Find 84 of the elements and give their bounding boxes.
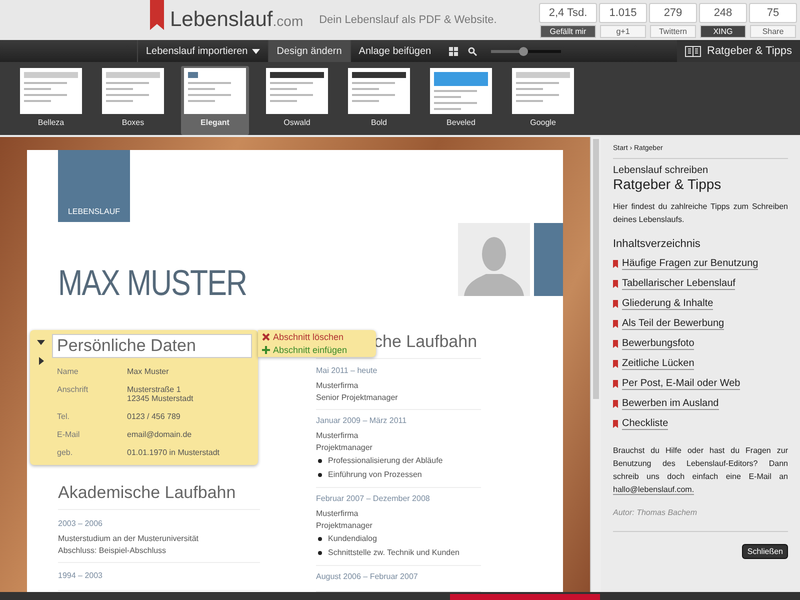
toolbar-tab[interactable]: Design ändern xyxy=(268,40,350,62)
bookmark-icon xyxy=(613,380,618,388)
entry-bullet: Einführung von Prozessen xyxy=(316,468,481,482)
entry-text: Musterfirma xyxy=(316,380,360,392)
section-title-field[interactable]: Persönliche Daten xyxy=(52,334,252,358)
field-label: E-Mail xyxy=(56,430,81,439)
share-button[interactable]: Share xyxy=(750,24,796,38)
entry-date: August 2006 – Februar 2007 xyxy=(316,571,419,582)
entry-date: 1994 – 2003 xyxy=(58,570,104,581)
toc-link[interactable]: Checkliste xyxy=(622,418,668,430)
bookmark-icon xyxy=(613,420,618,428)
share-count: 75 xyxy=(749,2,797,22)
share-button[interactable]: Gefällt mir xyxy=(540,24,596,38)
toc-link[interactable]: Bewerbungsfoto xyxy=(622,338,694,350)
toc-heading: Inhaltsverzeichnis xyxy=(613,238,702,250)
toc-link[interactable]: Zeitliche Lücken xyxy=(622,358,694,370)
guide-title: Ratgeber & Tipps xyxy=(613,176,722,192)
entry-text: Musterstudium an der Musteruniversität xyxy=(58,533,200,545)
tagline: Dein Lebenslauf als PDF & Website. xyxy=(319,14,497,26)
entry-bullet: Professionalisierung der Abläufe xyxy=(316,454,481,468)
share-count: 279 xyxy=(649,2,697,22)
scrollbar[interactable] xyxy=(590,137,601,592)
share-count: 2,4 Tsd. xyxy=(539,2,597,22)
share-button[interactable]: XING xyxy=(700,24,746,38)
entry-date: 2003 – 2006 xyxy=(58,518,104,529)
search-icon xyxy=(468,46,478,56)
field-value: Max Muster xyxy=(127,367,169,376)
guide-button[interactable]: Ratgeber & Tipps xyxy=(677,40,800,62)
resume-badge: LEBENSLAUF xyxy=(58,150,130,222)
bookmark-icon xyxy=(613,340,618,348)
close-button[interactable]: Schließen xyxy=(742,544,788,559)
section-heading: Akademische Laufbahn xyxy=(58,483,260,510)
field-value: 0123 / 456 789 xyxy=(127,412,180,421)
share-count: 1.015 xyxy=(599,2,647,22)
field-label: Name xyxy=(56,367,80,376)
bookmark-icon xyxy=(613,360,618,368)
delete-icon xyxy=(262,333,270,341)
guide-intro: Hier findest du zahlreiche Tipps zum Schreiben deines Lebenslaufs. xyxy=(613,201,788,226)
field-value: 01.01.1970 in Musterstadt xyxy=(127,448,220,457)
entry-text: Musterfirma xyxy=(316,508,360,520)
toc-link[interactable]: Tabellarischer Lebenslauf xyxy=(622,278,736,290)
entry-text: Abschluss: Beispiel-Abschluss xyxy=(58,545,168,557)
zoom-slider[interactable] xyxy=(491,50,562,52)
entry-bullet: Kundendialog xyxy=(316,532,481,546)
field-value: Musterstraße 1 12345 Musterstadt xyxy=(127,385,194,403)
field-value: email@domain.de xyxy=(127,430,192,439)
plus-icon xyxy=(262,346,270,354)
resume-name: MAX MUSTER xyxy=(58,262,248,304)
book-icon xyxy=(685,46,701,56)
entry-date: Januar 2009 – März 2011 xyxy=(316,415,408,426)
share-count: 248 xyxy=(699,2,747,22)
help-text: Brauchst du Hilfe oder hast du Fragen zur Benutzung des Lebenslauf-Editors? Dann schreib uns doch einfach eine E-Mail an hallo@lebenslauf.com. xyxy=(613,445,788,496)
move-right-icon[interactable] xyxy=(38,357,44,365)
site-logo[interactable]: Lebenslauf.com xyxy=(170,8,304,32)
field-label: Tel. xyxy=(56,412,70,421)
bookmark-icon xyxy=(613,320,618,328)
author-note: Autor: Thomas Bachem xyxy=(613,508,788,532)
bookmark-icon xyxy=(613,260,618,268)
entry-text: Projektmanager xyxy=(316,442,374,454)
entry-text: Projektmanager xyxy=(316,520,374,532)
toc-link[interactable]: Gliederung & Inhalte xyxy=(622,298,714,310)
toc-link[interactable]: Als Teil der Bewerbung xyxy=(622,318,724,330)
share-button[interactable]: Twittern xyxy=(650,24,696,38)
entry-bullet: Schnittstelle zw. Technik und Kunden xyxy=(316,546,481,560)
design-option[interactable]: Elegant xyxy=(181,66,249,135)
share-button[interactable]: g+1 xyxy=(600,24,646,38)
field-label: Anschrift xyxy=(56,385,90,396)
bookmark-icon xyxy=(613,280,618,288)
entry-text: Senior Projektmanager xyxy=(316,392,399,404)
email-link[interactable]: hallo@lebenslauf.com. xyxy=(613,485,694,495)
grid-icon[interactable] xyxy=(449,46,458,56)
toc-link[interactable]: Per Post, E-Mail oder Web xyxy=(622,378,740,390)
section-action-link[interactable]: Abschnitt einfügen xyxy=(262,345,372,355)
section-action-link[interactable]: Abschnitt löschen xyxy=(262,332,372,342)
bookmark-icon xyxy=(613,300,618,308)
entry-text: Musterfirma xyxy=(316,430,360,442)
guide-kicker: Lebenslauf schreiben xyxy=(613,165,710,176)
entry-date: Februar 2007 – Dezember 2008 xyxy=(316,493,431,504)
bookmark-logo-icon xyxy=(150,0,164,30)
field-label: geb. xyxy=(56,448,74,457)
entry-date: Mai 2011 – heute xyxy=(316,365,378,376)
toc-link[interactable]: Bewerben im Ausland xyxy=(622,398,719,410)
bookmark-icon xyxy=(613,400,618,408)
toc-link[interactable]: Häufige Fragen zur Benutzung xyxy=(622,258,758,270)
